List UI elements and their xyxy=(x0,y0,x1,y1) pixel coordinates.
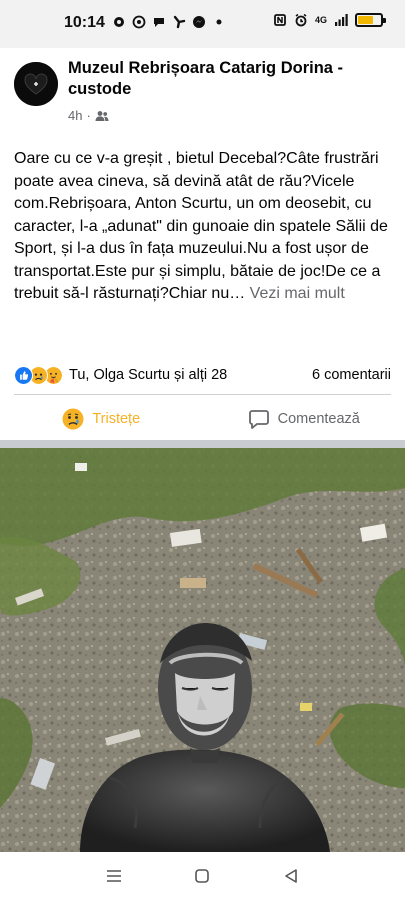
post-header: Muzeul Rebrișoara Catarig Dorina - custo… xyxy=(14,58,391,128)
post-separator xyxy=(0,440,405,448)
reaction-icons xyxy=(14,365,63,385)
menu-icon xyxy=(107,870,122,882)
reaction-button[interactable]: Tristețe xyxy=(0,398,203,440)
home-icon xyxy=(195,869,210,883)
network-label: 4G xyxy=(314,15,327,25)
chat-icon xyxy=(154,18,164,27)
heart-logo-icon xyxy=(14,62,58,106)
notification-icons xyxy=(112,15,226,29)
signal-icon xyxy=(335,14,348,26)
nfc-icon xyxy=(274,14,286,26)
sad-reaction-icon xyxy=(62,408,84,430)
back-nav-button[interactable] xyxy=(281,866,301,886)
post-body: Oare cu ce v-a greșit , bietul Decebal?C… xyxy=(14,150,388,302)
home-nav-button[interactable] xyxy=(192,866,212,886)
gear-icon xyxy=(114,17,124,27)
fan-icon xyxy=(173,15,186,29)
menu-nav-button[interactable] xyxy=(104,866,124,886)
dot-icon xyxy=(216,19,222,25)
alarm-icon xyxy=(295,13,307,27)
back-icon xyxy=(285,869,297,883)
post-text: Oare cu ce v-a greșit , bietul Decebal?C… xyxy=(14,148,392,306)
author-name[interactable]: Muzeul Rebrișoara Catarig Dorina - custo… xyxy=(68,58,368,100)
see-more-link[interactable]: Vezi mai mult xyxy=(245,285,345,302)
messenger-icon xyxy=(193,16,205,28)
whatsapp-icon xyxy=(132,15,146,29)
system-icons: 4G xyxy=(273,13,386,27)
reaction-label: Tristețe xyxy=(92,411,141,427)
post-time[interactable]: 4h xyxy=(68,108,82,123)
meta-dot: · xyxy=(86,108,91,123)
post-photo[interactable] xyxy=(0,448,405,852)
status-time: 10:14 xyxy=(64,14,105,31)
fallen-bust-photo xyxy=(0,448,405,852)
divider xyxy=(14,394,391,395)
post-actions: Tristețe Comentează xyxy=(0,398,405,440)
avatar[interactable] xyxy=(14,62,58,106)
battery-icon xyxy=(355,13,386,27)
comment-button[interactable]: Comentează xyxy=(203,398,405,440)
reactors-text: Tu, Olga Scurtu și alți 28 xyxy=(69,367,228,383)
comment-label: Comentează xyxy=(277,411,360,427)
reactions-summary[interactable]: Tu, Olga Scurtu și alți 28 6 comentarii xyxy=(14,364,391,386)
status-bar: 10:14 4G xyxy=(0,0,405,48)
comment-icon xyxy=(248,410,269,429)
like-icon xyxy=(14,365,33,385)
friends-icon xyxy=(95,110,109,121)
post-meta: 4h · xyxy=(68,108,109,123)
comments-count[interactable]: 6 comentarii xyxy=(312,367,391,383)
system-nav-bar xyxy=(0,852,405,900)
battery-level xyxy=(358,16,374,24)
